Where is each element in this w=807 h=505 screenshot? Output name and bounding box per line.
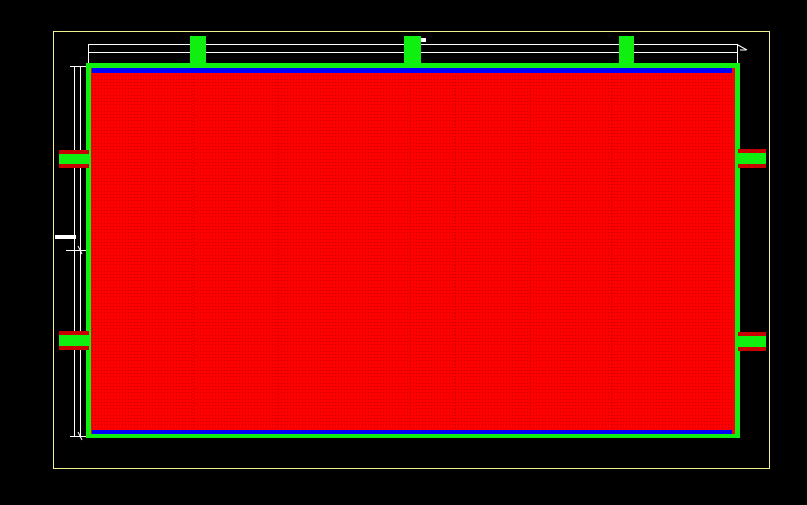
- cad-drawing-canvas[interactable]: [0, 0, 807, 505]
- pilaster-right-2-core: [738, 336, 766, 347]
- wall-left: [86, 63, 91, 438]
- edge-beam-bottom: [92, 430, 732, 434]
- pilaster-top-1: [190, 36, 206, 64]
- dimension-tick-top: [421, 38, 426, 42]
- wall-bottom: [86, 434, 740, 438]
- pilaster-left-2-core: [59, 335, 89, 346]
- dimension-tick-left: [55, 235, 76, 239]
- wall-right: [735, 63, 740, 438]
- slab-fill: [88, 66, 738, 436]
- pilaster-top-2: [404, 36, 421, 64]
- pilaster-left-1-core: [59, 154, 89, 164]
- pilaster-top-3: [619, 36, 634, 64]
- edge-beam-top: [92, 68, 732, 73]
- pilaster-right-1-core: [738, 153, 766, 164]
